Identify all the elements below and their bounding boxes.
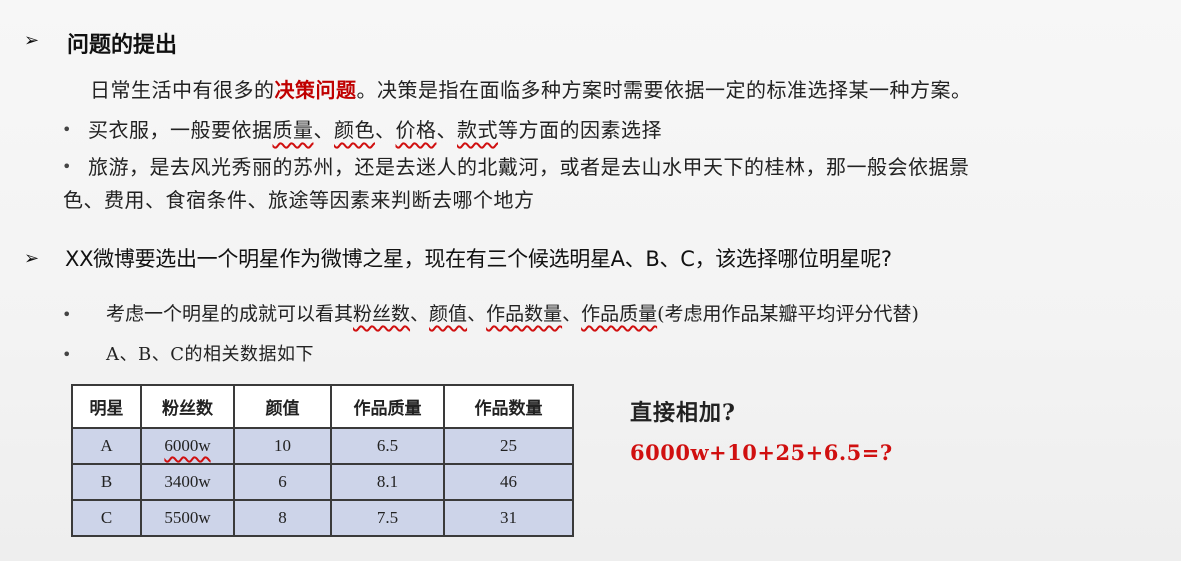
separator: 、 xyxy=(313,118,334,142)
table-row: B 3400w 6 8.1 46 xyxy=(71,463,574,501)
section2-title: XX微博要选出一个明星作为微博之星，现在有三个候选明星A、B、C，该选择哪位明星… xyxy=(65,247,892,271)
intro-text-after: 。决策是指在面临多种方案时需要依据一定的标准选择某一种方案。 xyxy=(356,78,972,102)
bullet-icon: • xyxy=(62,345,72,364)
table-cell: 25 xyxy=(443,427,574,465)
table-header-row: 明星 粉丝数 颜值 作品质量 作品数量 xyxy=(71,384,574,429)
section1-bullet2-line2: 色、费用、食宿条件、旅途等因素来判断去哪个地方 xyxy=(63,188,535,212)
table-cell: C xyxy=(71,499,142,537)
keyword-color: 颜色 xyxy=(334,118,375,142)
table-cell: 7.5 xyxy=(330,499,445,537)
section1-intro: 日常生活中有很多的决策问题。决策是指在面临多种方案时需要依据一定的标准选择某一种… xyxy=(90,74,972,103)
keyword-price: 价格 xyxy=(395,118,437,142)
header-star: 明星 xyxy=(71,384,142,429)
table-cell: 8 xyxy=(233,499,332,537)
keyword-fans: 粉丝数 xyxy=(353,303,411,325)
keyword-quality: 质量 xyxy=(272,118,314,142)
bullet1-suffix: 等方面的因素选择 xyxy=(498,118,662,142)
header-looks: 颜值 xyxy=(233,384,332,429)
table-cell: 31 xyxy=(443,499,574,537)
separator: 、 xyxy=(562,303,582,325)
header-work-quality: 作品质量 xyxy=(330,384,445,429)
keyword-work-quality: 作品质量 xyxy=(581,303,658,325)
header-fans: 粉丝数 xyxy=(140,384,235,429)
bullet1-prefix: 买衣服，一般要依据 xyxy=(88,118,273,142)
keyword-looks: 颜值 xyxy=(429,303,468,325)
section2-bullet1: 考虑一个明星的成就可以看其粉丝数、颜值、作品数量、作品质量(考虑用作品某瓣平均评… xyxy=(106,299,919,326)
table-cell: 46 xyxy=(443,463,574,501)
section1-bullet1: 买衣服，一般要依据质量、颜色、价格、款式等方面的因素选择 xyxy=(88,114,662,143)
star-data-table: 明星 粉丝数 颜值 作品质量 作品数量 A 6000w 10 6.5 25 B … xyxy=(71,384,574,537)
table-cell: 3400w xyxy=(140,463,235,501)
keyword-style: 款式 xyxy=(457,118,498,142)
header-work-count: 作品数量 xyxy=(443,384,574,429)
table-cell: 5500w xyxy=(140,499,235,537)
intro-highlight: 决策问题 xyxy=(274,78,357,102)
separator: 、 xyxy=(410,303,430,325)
bullet-icon: • xyxy=(62,305,72,324)
bullet1-suffix: (考虑用作品某瓣平均评分代替) xyxy=(657,303,919,325)
bullet-icon: • xyxy=(62,157,72,176)
table-row: C 5500w 8 7.5 31 xyxy=(71,499,574,537)
intro-text-before: 日常生活中有很多的 xyxy=(90,78,275,102)
separator: 、 xyxy=(467,303,487,325)
fans-value-underlined: 6000w xyxy=(164,436,211,455)
table-cell: 10 xyxy=(233,427,332,465)
table-cell: 6000w xyxy=(140,427,235,465)
question-title: 直接相加? xyxy=(630,400,736,426)
table-cell: 6 xyxy=(233,463,332,501)
section1-bullet2-line1: 旅游，是去风光秀丽的苏州，还是去迷人的北戴河，或者是去山水甲天下的桂林，那一般会… xyxy=(88,155,970,179)
table-row: A 6000w 10 6.5 25 xyxy=(71,427,574,465)
keyword-work-count: 作品数量 xyxy=(486,303,563,325)
table-cell: 6.5 xyxy=(330,427,445,465)
separator: 、 xyxy=(375,118,396,142)
section2-bullet2: A、B、C的相关数据如下 xyxy=(106,344,314,365)
arrow-icon: ➢ xyxy=(24,248,40,269)
question-formula: 6000w+10+25+6.5=? xyxy=(630,440,893,465)
table-cell: A xyxy=(71,427,142,465)
separator: 、 xyxy=(436,118,457,142)
bullet-icon: • xyxy=(62,120,72,139)
section1-title: 问题的提出 xyxy=(67,33,178,58)
table-cell: 8.1 xyxy=(330,463,445,501)
table-cell: B xyxy=(71,463,142,501)
arrow-icon: ➢ xyxy=(24,30,40,51)
bullet1-prefix: 考虑一个明星的成就可以看其 xyxy=(106,303,354,325)
